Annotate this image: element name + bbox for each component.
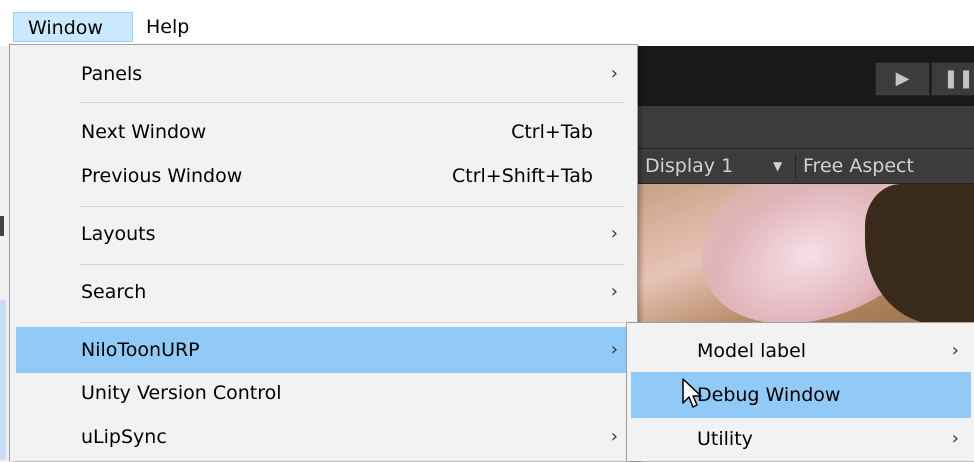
play-icon: ▶ [895,68,910,89]
menu-item-label: Unity Version Control [81,382,282,404]
menu-item-layouts[interactable]: Layouts › [16,211,631,257]
chevron-right-icon: › [610,63,618,84]
submenu-item-utility[interactable]: Utility › [631,416,971,462]
menu-item-label: Layouts [81,223,156,245]
game-view-toolbar: Display 1 ▼ Free Aspect [635,148,974,184]
menu-item-label: NiloToonURP [81,339,200,361]
nilotoonurp-submenu: Model label › Debug Window Utility › [626,322,974,461]
menu-item-previous-window[interactable]: Previous Window Ctrl+Shift+Tab [16,153,631,199]
menu-help-label: Help [146,16,190,38]
chevron-right-icon: › [951,340,959,361]
pause-icon: ❚❚ [943,68,974,89]
menu-item-ulipsync[interactable]: uLipSync › [16,414,631,460]
window-menu: Panels › Next Window Ctrl+Tab Previous W… [9,44,638,461]
menu-item-label: Debug Window [697,384,841,406]
display-dropdown-arrow-icon[interactable]: ▼ [773,149,782,183]
menu-item-label: Panels [81,63,143,85]
aspect-dropdown[interactable]: Free Aspect [803,149,914,183]
left-edge-marker [0,216,4,236]
play-button[interactable]: ▶ [875,62,930,96]
menu-item-label: Search [81,281,147,303]
toolbar-divider [795,154,796,178]
menu-item-label: Previous Window [81,165,243,187]
menu-item-search[interactable]: Search › [16,269,631,315]
pause-button[interactable]: ❚❚ [931,62,974,96]
menu-divider [80,264,625,265]
game-view-shadow [865,184,974,324]
editor-tab-strip [635,106,974,148]
menu-item-panels[interactable]: Panels › [16,51,631,97]
menu-item-label: Next Window [81,121,207,143]
mouse-cursor-icon [682,378,702,408]
menu-item-unity-version-control[interactable]: Unity Version Control [16,370,631,416]
menu-bar: Window Help [0,0,974,46]
chevron-right-icon: › [610,426,618,447]
menu-window-label: Window [28,17,103,39]
menu-divider [80,102,625,103]
display-dropdown[interactable]: Display 1 [645,149,733,183]
menu-item-label: uLipSync [81,426,167,448]
menu-item-nilotoonurp[interactable]: NiloToonURP › [16,327,631,373]
menu-window[interactable]: Window [13,12,133,42]
menu-item-label: Model label [697,340,807,362]
chevron-right-icon: › [610,339,618,360]
left-edge-selection [0,300,6,460]
editor-toolbar: ▶ ❚❚ [635,46,974,106]
menu-divider [80,322,625,323]
menu-help[interactable]: Help [138,12,208,42]
submenu-item-model-label[interactable]: Model label › [631,328,971,374]
menu-item-shortcut: Ctrl+Tab [511,121,593,143]
menu-item-next-window[interactable]: Next Window Ctrl+Tab [16,109,631,155]
chevron-right-icon: › [610,223,618,244]
chevron-right-icon: › [951,428,959,449]
chevron-right-icon: › [610,281,618,302]
menu-divider [80,206,625,207]
menu-item-label: Utility [697,428,753,450]
menu-item-shortcut: Ctrl+Shift+Tab [452,165,593,187]
